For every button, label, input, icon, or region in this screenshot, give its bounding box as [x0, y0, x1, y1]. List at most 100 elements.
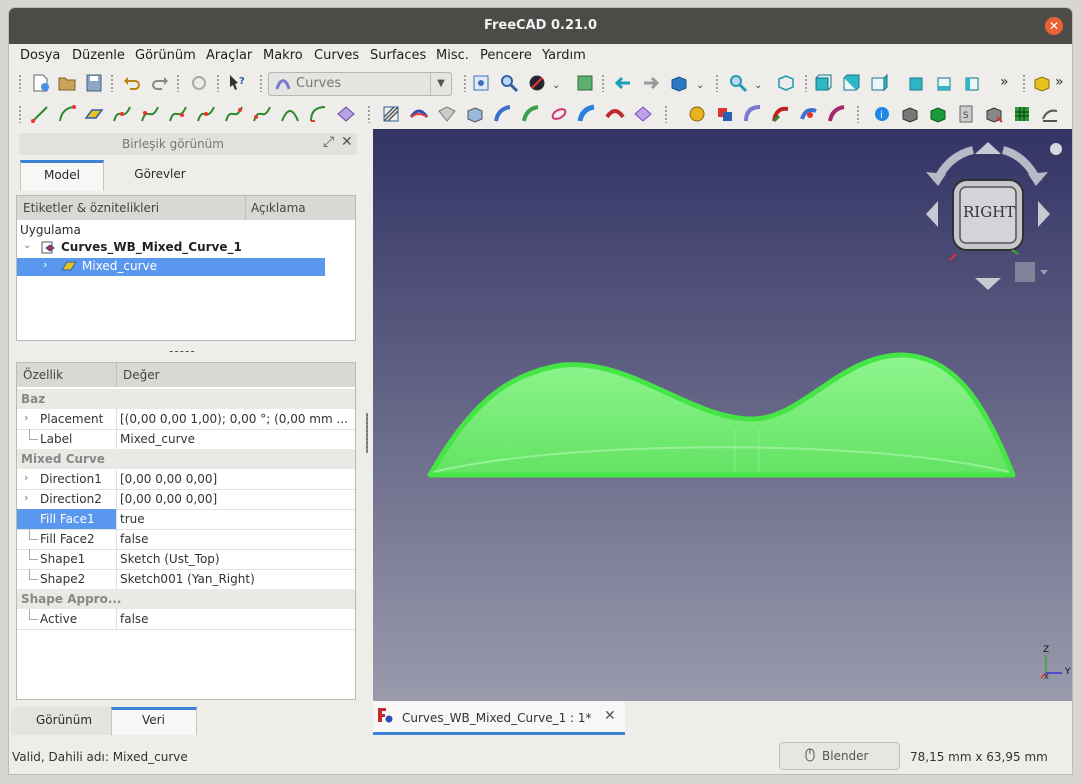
chevron-down-icon[interactable]: ⌄ [23, 240, 31, 251]
misc-tool-8-icon[interactable]: S [955, 103, 977, 125]
curve-tool-2-icon[interactable] [139, 103, 161, 125]
menu-dosya[interactable]: Dosya [20, 48, 60, 63]
misc-tool-9-icon[interactable] [983, 103, 1005, 125]
menu-gorunum[interactable]: Görünüm [135, 48, 196, 63]
curve-tool-5-icon[interactable] [223, 103, 245, 125]
misc-tool-10-icon[interactable] [1011, 103, 1033, 125]
menu-araclar[interactable]: Araçlar [206, 48, 252, 63]
toolbar-grip[interactable] [856, 105, 860, 123]
std-views-icon[interactable] [668, 72, 690, 94]
arc-tool-icon[interactable] [56, 103, 78, 125]
view-top-icon[interactable] [840, 72, 862, 94]
property-value[interactable]: false [120, 612, 352, 626]
surfaces-tool-10-icon[interactable] [632, 103, 654, 125]
tree-item-mixed-curve[interactable]: › Mixed_curve [17, 258, 325, 276]
property-row[interactable]: Fill Face2 false [17, 529, 355, 550]
property-value[interactable]: Sketch001 (Yan_Right) [120, 572, 352, 586]
navigation-style-button[interactable]: Blender [779, 742, 900, 770]
surfaces-tool-1-icon[interactable] [380, 103, 402, 125]
view-left-icon[interactable] [962, 72, 984, 94]
property-value[interactable]: Sketch (Ust_Top) [120, 552, 352, 566]
toolbar-grip[interactable] [664, 105, 668, 123]
forward-arrow-icon[interactable] [640, 72, 662, 94]
toolbar-grip[interactable] [259, 74, 263, 92]
undock-icon[interactable]: ⤢ [323, 134, 334, 150]
toolbar-grip[interactable] [367, 105, 371, 123]
curve-tool-1-icon[interactable] [111, 103, 133, 125]
navcube-face-label[interactable]: RIGHT [963, 203, 1015, 221]
surfaces-tool-6-icon[interactable] [520, 103, 542, 125]
part-icon[interactable] [1031, 72, 1053, 94]
misc-tool-2-icon[interactable] [742, 103, 764, 125]
chevron-right-icon[interactable]: › [43, 258, 47, 271]
zoom-selection-icon[interactable] [498, 72, 520, 94]
misc-tool-6-icon[interactable] [899, 103, 921, 125]
refresh-icon[interactable] [188, 72, 210, 94]
menu-makro[interactable]: Makro [263, 48, 303, 63]
property-header-name[interactable]: Özellik [23, 368, 63, 382]
fit-all-icon[interactable] [470, 72, 492, 94]
panel-splitter[interactable] [366, 413, 368, 453]
toolbar-grip[interactable] [463, 74, 467, 92]
view-bottom-icon[interactable] [934, 72, 956, 94]
view-rear-icon[interactable] [906, 72, 928, 94]
toolbar-grip[interactable] [601, 74, 605, 92]
tab-veri[interactable]: Veri [111, 707, 197, 735]
open-folder-icon[interactable] [56, 72, 78, 94]
surfaces-tool-3-icon[interactable] [436, 103, 458, 125]
surfaces-tool-5-icon[interactable] [492, 103, 514, 125]
toolbar-overflow-icon[interactable]: » [1000, 74, 1022, 96]
toolbar-grip[interactable] [216, 74, 220, 92]
surfaces-tool-8-icon[interactable] [576, 103, 598, 125]
surfaces-tool-9-icon[interactable] [604, 103, 626, 125]
view-front-icon[interactable] [812, 72, 834, 94]
property-row[interactable]: › Direction2 [0,00 0,00 0,00] [17, 489, 355, 510]
toolbar-grip[interactable] [110, 74, 114, 92]
property-value[interactable]: true [120, 512, 352, 526]
document-tab[interactable]: Curves_WB_Mixed_Curve_1 : 1* ✕ [373, 701, 625, 735]
toolbar-grip[interactable] [18, 105, 22, 123]
tree-header-description[interactable]: Açıklama [251, 201, 306, 215]
property-value[interactable]: [0,00 0,00 0,00] [120, 472, 352, 486]
tab-model[interactable]: Model [20, 160, 104, 191]
surfaces-tool-7-icon[interactable] [548, 103, 570, 125]
line-tool-icon[interactable] [29, 103, 51, 125]
curve-tool-4-icon[interactable] [195, 103, 217, 125]
menu-duzenle[interactable]: Düzenle [72, 48, 125, 63]
isometric-view-icon[interactable] [775, 72, 797, 94]
navigation-cube[interactable]: RIGHT [908, 134, 1068, 294]
close-window-button[interactable]: ✕ [1045, 17, 1063, 35]
property-value[interactable]: [(0,00 0,00 1,00); 0,00 °; (0,00 mm ... [120, 412, 352, 426]
3d-viewport[interactable]: RIGHT Z Y X [373, 129, 1072, 701]
chevron-right-icon[interactable]: › [24, 471, 28, 484]
curve-tool-7-icon[interactable] [279, 103, 301, 125]
workbench-selector[interactable]: Curves ▼ [268, 72, 452, 96]
tab-gorunum[interactable]: Görünüm [11, 707, 111, 735]
new-document-icon[interactable] [29, 72, 51, 94]
misc-tool-11-icon[interactable] [1039, 103, 1061, 125]
toolbar-grip[interactable] [804, 74, 808, 92]
property-row-selected[interactable]: Fill Face1 true [17, 509, 355, 530]
info-icon[interactable]: i [871, 103, 893, 125]
property-value[interactable]: [0,00 0,00 0,00] [120, 492, 352, 506]
surfaces-tool-2-icon[interactable] [408, 103, 430, 125]
curve-tool-6-icon[interactable] [251, 103, 273, 125]
mixed-curve-tool-icon[interactable] [83, 103, 105, 125]
tree-header-labels[interactable]: Etiketler & öznitelikleri [23, 201, 159, 215]
misc-tool-5-icon[interactable] [826, 103, 848, 125]
misc-tool-7-icon[interactable] [927, 103, 949, 125]
property-header-value[interactable]: Değer [123, 368, 160, 382]
property-row[interactable]: Label Mixed_curve [17, 429, 355, 450]
curve-tool-8-icon[interactable] [307, 103, 329, 125]
bounding-box-icon[interactable] [574, 72, 596, 94]
chevron-right-icon[interactable]: › [24, 491, 28, 504]
draw-style-icon[interactable] [526, 72, 548, 94]
toolbar-grip[interactable] [715, 74, 719, 92]
toolbar-overflow-icon-2[interactable]: » [1055, 74, 1069, 96]
menu-misc[interactable]: Misc. [436, 48, 469, 63]
close-icon[interactable]: ✕ [604, 708, 616, 724]
sphere-icon[interactable] [686, 103, 708, 125]
tab-gorevler[interactable]: Görevler [110, 160, 210, 188]
undo-icon[interactable] [121, 72, 143, 94]
toolbar-grip[interactable] [1022, 74, 1026, 92]
